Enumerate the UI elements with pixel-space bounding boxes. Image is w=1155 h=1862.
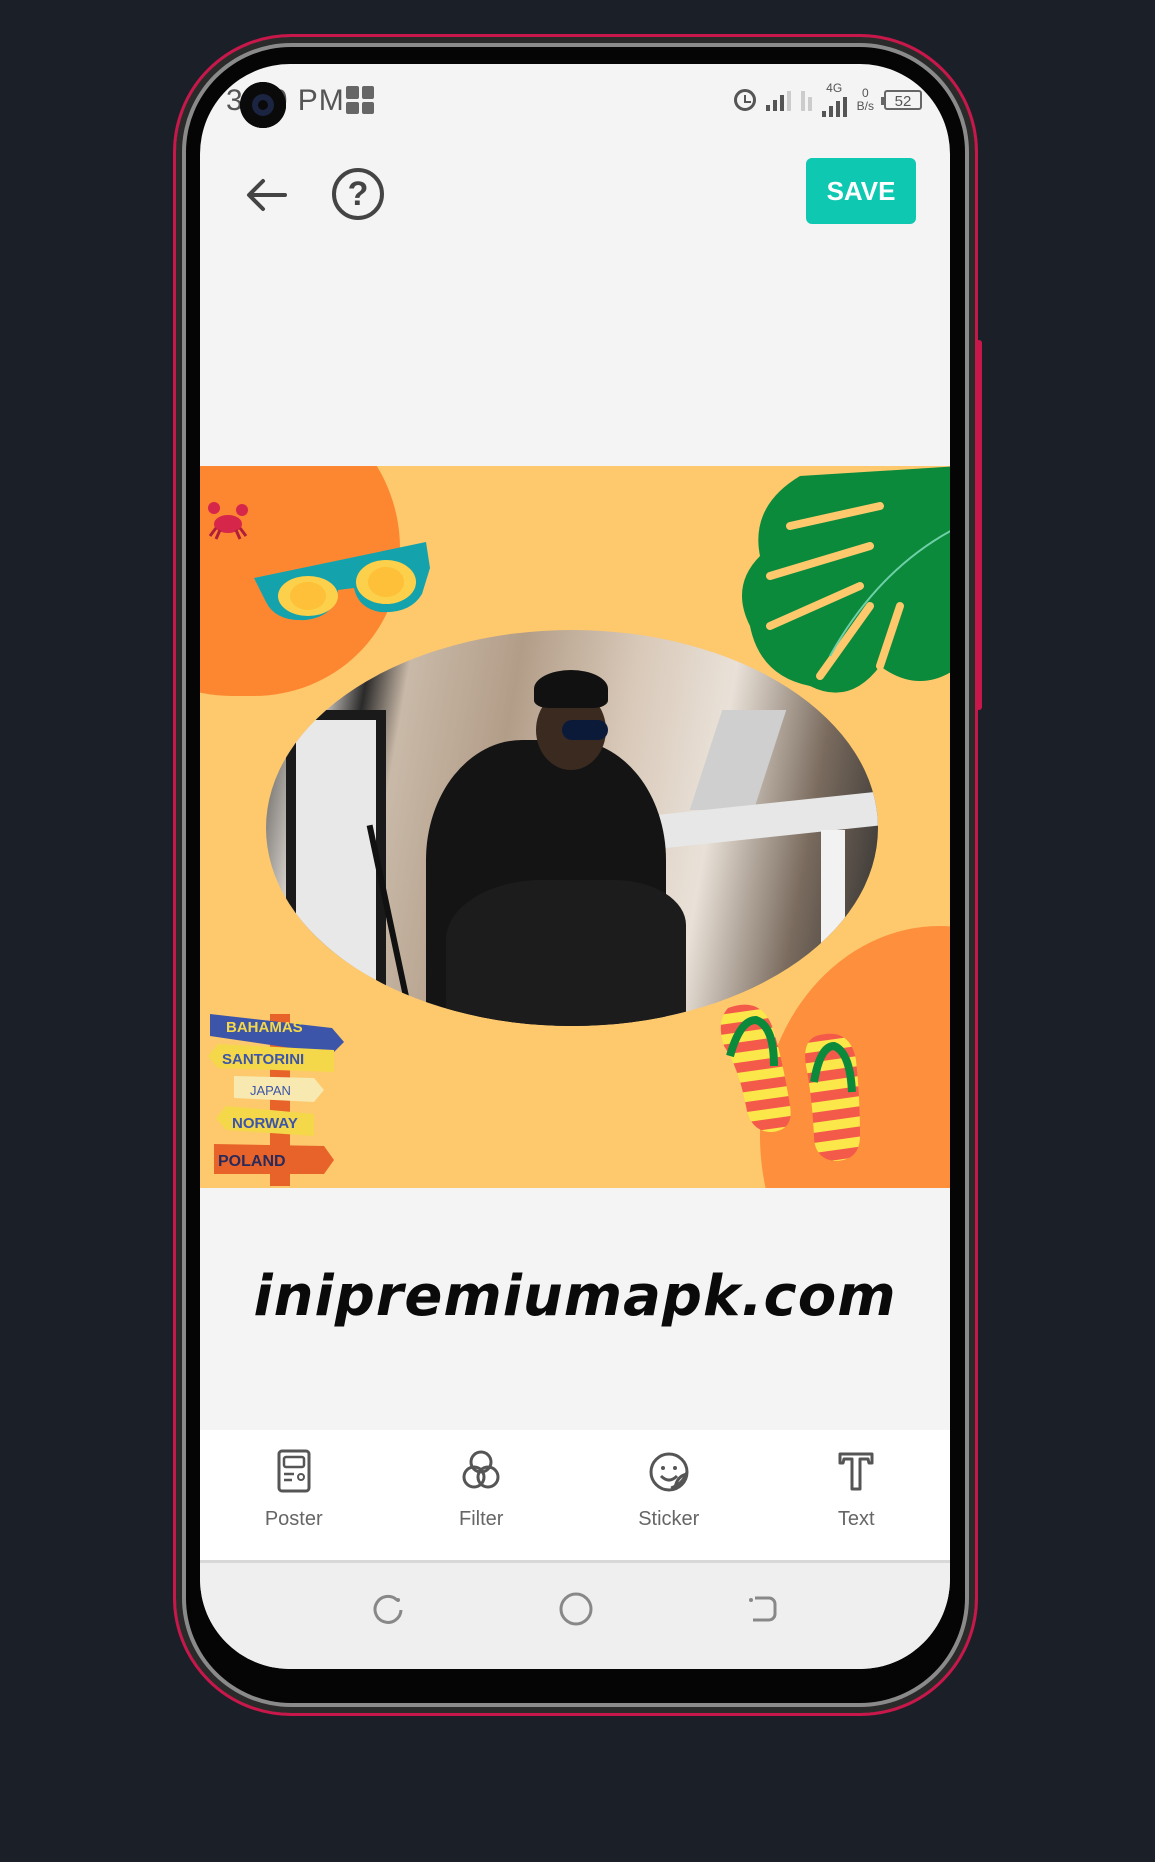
question-circle-icon: ?: [347, 174, 369, 213]
net-speed-value: 0: [861, 85, 869, 100]
alarm-icon: [733, 88, 756, 111]
signpost-label-2: JAPAN: [250, 1083, 291, 1098]
monstera-leaf-sticker-icon[interactable]: [730, 466, 950, 706]
photo-laptop: [689, 710, 787, 810]
net-speed-unit: B/s: [856, 98, 874, 113]
photo-person-hair: [534, 670, 608, 708]
arrow-left-icon: [247, 179, 287, 211]
app-notification-icon: [346, 86, 374, 114]
photo-table-leg: [821, 830, 845, 990]
tool-text[interactable]: Text: [763, 1430, 951, 1560]
tool-label: Text: [837, 1508, 875, 1530]
signpost-label-4: POLAND: [218, 1153, 286, 1170]
net-speed: 0 B/s: [856, 85, 874, 113]
watermark-text: inipremiumapk.com: [253, 1264, 897, 1329]
signpost-label-0: BAHAMAS: [226, 1019, 303, 1036]
signpost-label-3: NORWAY: [232, 1115, 298, 1132]
poster-icon: [277, 1449, 311, 1493]
sticker-icon: [649, 1452, 689, 1492]
recent-apps-button[interactable]: [368, 1589, 408, 1629]
camera-punch-hole: [240, 82, 286, 128]
flip-flops-sticker-icon[interactable]: [710, 996, 890, 1166]
help-button[interactable]: ?: [332, 168, 384, 220]
home-button[interactable]: [556, 1589, 596, 1629]
battery-level: 52: [894, 92, 912, 110]
recent-apps-icon: [373, 1594, 403, 1624]
side-button: [976, 340, 982, 710]
filter-icon: [462, 1450, 500, 1489]
status-icons: 4G 0 B/s 52: [733, 81, 922, 117]
photo-window: [286, 710, 386, 1010]
text-icon: [838, 1452, 874, 1491]
save-button[interactable]: SAVE: [806, 158, 916, 224]
signpost-label-1: SANTORINI: [222, 1051, 304, 1068]
system-nav-bar: [200, 1563, 950, 1669]
poster-canvas[interactable]: BAHAMAS SANTORINI JAPAN NORWAY POLAND: [200, 466, 950, 1188]
screen: 3:00 PM 4G 0 B/s 52 ? SAVE: [200, 64, 950, 1669]
tool-sticker[interactable]: Sticker: [575, 1430, 763, 1560]
crab-sticker-icon[interactable]: [206, 500, 252, 540]
back-icon: [749, 1596, 777, 1622]
back-button[interactable]: [242, 170, 292, 220]
signpost-sticker-icon[interactable]: BAHAMAS SANTORINI JAPAN NORWAY POLAND: [204, 1006, 354, 1186]
network-type: 4G: [826, 81, 843, 95]
status-bar: 3:00 PM 4G 0 B/s 52: [200, 64, 950, 144]
tool-label: Poster: [264, 1508, 323, 1530]
tool-label: Sticker: [638, 1508, 700, 1530]
tool-poster[interactable]: Poster: [200, 1430, 388, 1560]
tool-filter[interactable]: Filter: [388, 1430, 576, 1560]
system-back-button[interactable]: [742, 1589, 782, 1629]
bottom-toolbar: Poster Filter Sticker Text: [200, 1430, 950, 1563]
data-arrows-icon: [800, 89, 812, 111]
tool-label: Filter: [459, 1508, 504, 1530]
photo-person-glasses: [562, 720, 608, 740]
signal-4g-icon: 4G: [821, 81, 847, 117]
signal-icon: [765, 89, 791, 111]
photo-person-legs: [446, 880, 686, 1026]
battery-icon: 52: [881, 89, 922, 110]
home-icon: [559, 1592, 593, 1626]
sunglasses-sticker-icon[interactable]: [250, 538, 436, 622]
